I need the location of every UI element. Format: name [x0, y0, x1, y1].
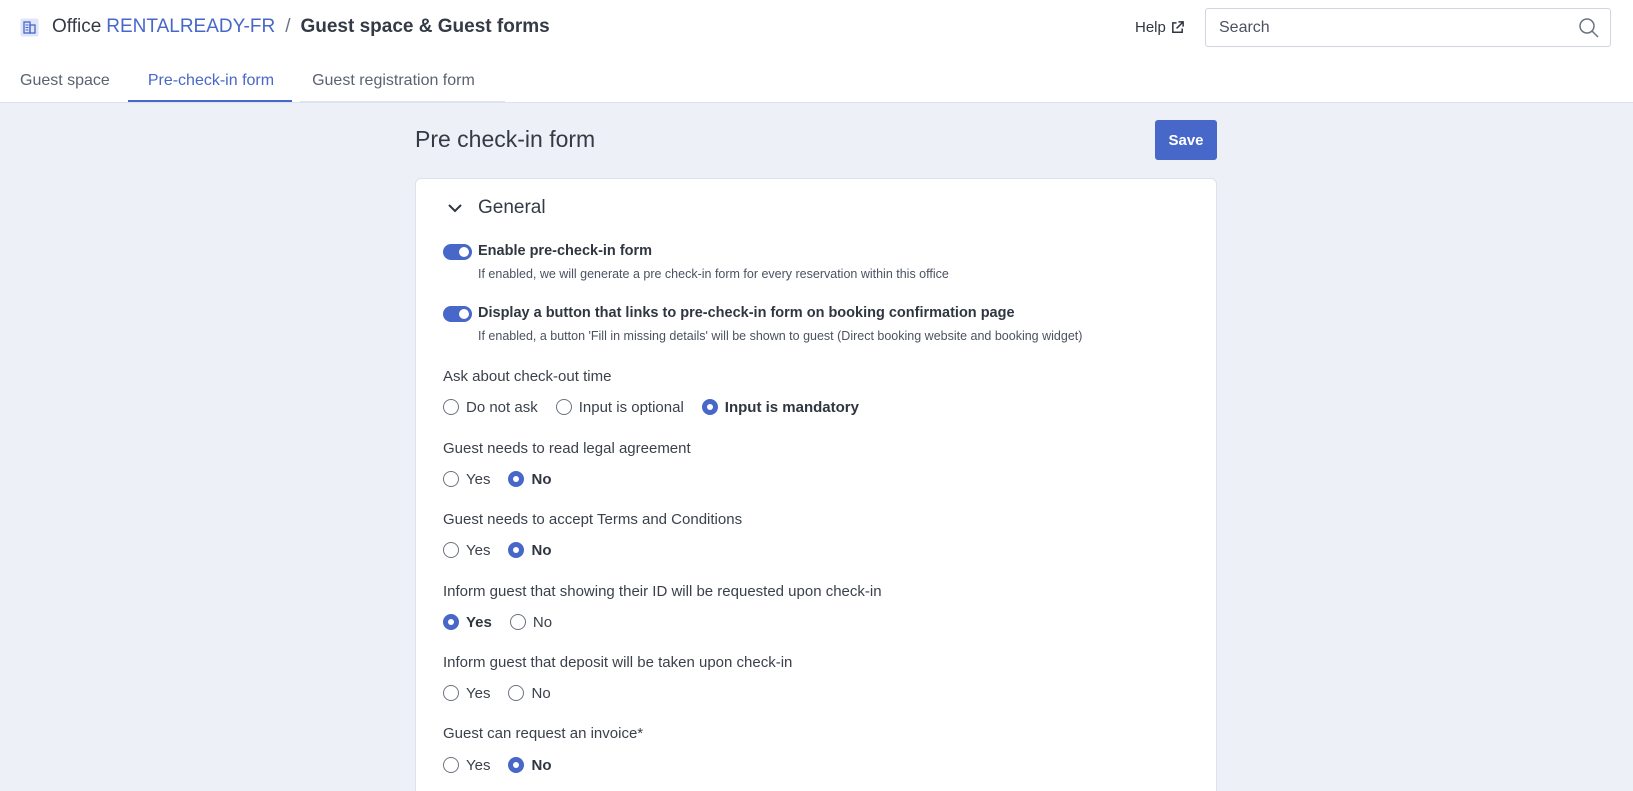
- question-label: Inform guest that deposit will be taken …: [443, 654, 793, 671]
- question-label: Guest can request an invoice*: [443, 725, 644, 742]
- tab-bar: Guest space Pre-check-in form Guest regi…: [0, 64, 493, 103]
- radio-yes[interactable]: Yes: [443, 542, 490, 559]
- radio-input-optional[interactable]: Input is optional: [555, 398, 684, 416]
- radio-circle: [443, 685, 459, 701]
- radio-yes[interactable]: Yes: [443, 471, 490, 488]
- radio-circle-selected: [443, 614, 459, 630]
- radio-circle-selected: [701, 399, 718, 415]
- search-icon[interactable]: [1578, 17, 1600, 39]
- radio-label: No: [531, 684, 551, 702]
- radio-label: No: [532, 613, 553, 631]
- radio-label: Yes: [466, 541, 491, 559]
- radio-circle-selected: [508, 757, 525, 773]
- radio-no[interactable]: No: [508, 684, 551, 702]
- section-general-header[interactable]: General: [446, 197, 546, 219]
- search-input[interactable]: [1206, 9, 1578, 46]
- radio-label: No: [531, 470, 552, 488]
- radio-label: Input is mandatory: [724, 398, 859, 416]
- toggle-help-text: If enabled, a button 'Fill in missing de…: [478, 329, 1083, 343]
- display-button-switch[interactable]: [443, 306, 472, 322]
- radio-no[interactable]: No: [508, 757, 551, 774]
- radio-label: Yes: [466, 756, 491, 774]
- toggle-help-text: If enabled, we will generate a pre check…: [478, 267, 949, 281]
- radio-circle-selected: [508, 542, 525, 558]
- radio-group-deposit: Yes No: [443, 683, 569, 703]
- question-label: Inform guest that showing their ID will …: [443, 583, 882, 600]
- tab-pre-check-in-form[interactable]: Pre-check-in form: [127, 64, 293, 102]
- radio-group-legal-agreement: Yes No: [443, 469, 569, 489]
- section-title: General: [478, 197, 546, 218]
- radio-label: Yes: [466, 613, 492, 631]
- radio-label: No: [531, 541, 552, 559]
- radio-circle: [509, 614, 526, 630]
- radio-circle: [443, 757, 459, 773]
- radio-yes[interactable]: Yes: [443, 614, 492, 631]
- chevron-down-icon: [448, 204, 462, 213]
- radio-circle: [508, 685, 525, 701]
- radio-group-check-out-time: Do not ask Input is optional Input is ma…: [443, 397, 877, 417]
- breadcrumb: Office RENTALREADY-FR / Guest space & Gu…: [20, 14, 550, 40]
- breadcrumb-office-link[interactable]: RENTALREADY-FR: [106, 16, 275, 38]
- radio-no[interactable]: No: [508, 542, 551, 559]
- radio-circle: [443, 399, 459, 415]
- tab-guest-space[interactable]: Guest space: [0, 64, 128, 102]
- toggle-label: Display a button that links to pre-check…: [478, 305, 1015, 321]
- radio-no[interactable]: No: [509, 613, 553, 631]
- radio-circle: [443, 542, 459, 558]
- help-link[interactable]: Help: [1135, 16, 1185, 38]
- page-title: Pre check-in form: [415, 126, 596, 152]
- radio-label: Yes: [466, 684, 491, 702]
- radio-group-invoice: Yes No: [443, 755, 569, 775]
- radio-input-mandatory[interactable]: Input is mandatory: [701, 398, 859, 416]
- radio-label: No: [531, 756, 552, 774]
- settings-card: General Enable pre-check-in form If enab…: [415, 178, 1217, 791]
- breadcrumb-separator: /: [285, 16, 291, 37]
- question-label: Guest needs to accept Terms and Conditio…: [443, 511, 743, 528]
- radio-circle-selected: [508, 471, 525, 487]
- radio-circle: [555, 399, 572, 415]
- breadcrumb-current-page: Guest space & Guest forms: [300, 16, 550, 37]
- external-link-icon: [1171, 20, 1184, 33]
- radio-yes[interactable]: Yes: [443, 757, 490, 774]
- radio-label: Yes: [466, 470, 491, 488]
- radio-group-id-check: Yes No: [443, 612, 570, 632]
- question-label: Ask about check-out time: [443, 368, 612, 385]
- save-button[interactable]: Save: [1155, 120, 1217, 160]
- radio-no[interactable]: No: [508, 471, 551, 488]
- breadcrumb-prefix: Office: [52, 16, 102, 37]
- radio-do-not-ask[interactable]: Do not ask: [443, 399, 538, 416]
- radio-label: Input is optional: [578, 398, 684, 416]
- radio-label: Do not ask: [466, 398, 538, 416]
- tab-guest-registration-form[interactable]: Guest registration form: [292, 64, 493, 102]
- radio-yes[interactable]: Yes: [443, 685, 490, 702]
- tab-divider: [300, 101, 505, 102]
- question-label: Guest needs to read legal agreement: [443, 440, 691, 457]
- radio-group-terms: Yes No: [443, 540, 569, 560]
- office-icon: [20, 18, 39, 37]
- radio-circle: [443, 471, 459, 487]
- search-box: [1205, 8, 1611, 47]
- top-bar: Office RENTALREADY-FR / Guest space & Gu…: [0, 0, 1633, 103]
- enable-pre-check-in-switch[interactable]: [443, 244, 472, 260]
- help-label: Help: [1135, 18, 1166, 36]
- toggle-label: Enable pre-check-in form: [478, 243, 653, 259]
